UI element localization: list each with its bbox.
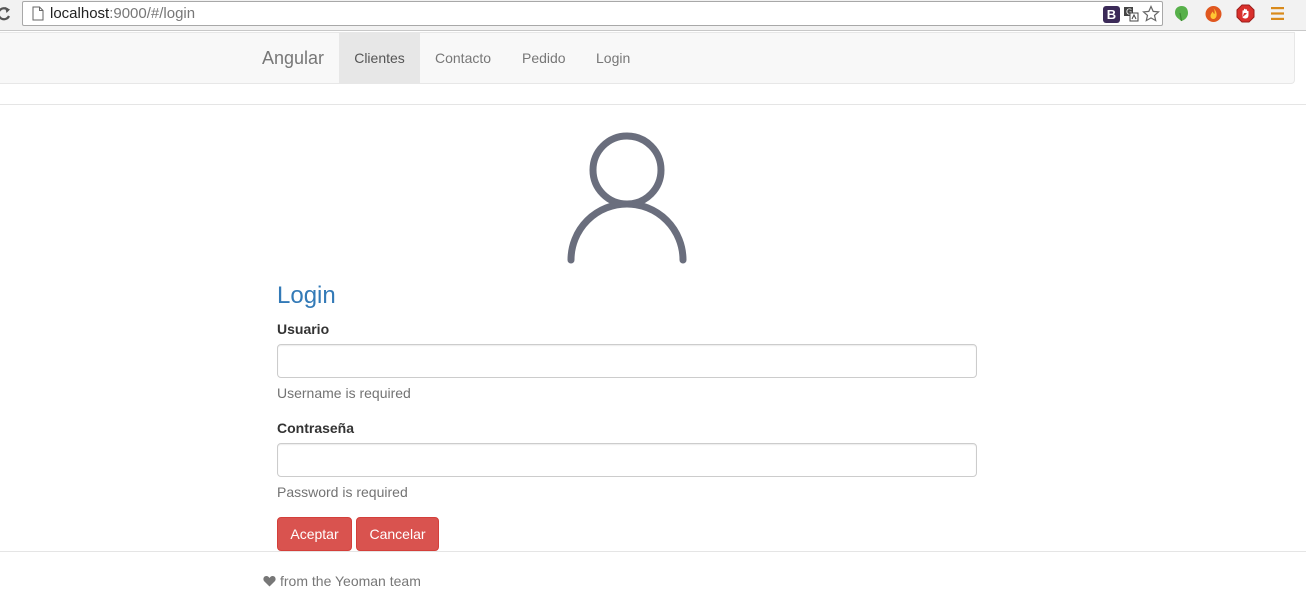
nav-item-pedido[interactable]: Pedido <box>522 33 566 83</box>
header-divider <box>0 104 1306 105</box>
footer: from the Yeoman team <box>263 573 421 589</box>
footer-divider <box>0 551 1306 552</box>
user-avatar-icon <box>567 132 687 264</box>
browser-toolbar: localhost:9000/#/login B G <box>0 0 1306 31</box>
username-help-text: Username is required <box>277 385 411 401</box>
bootstrap-extension-icon[interactable]: B <box>1103 5 1120 23</box>
page-icon <box>32 6 44 21</box>
navbar: Angular Clientes Contacto Pedido Login <box>0 32 1295 84</box>
username-input[interactable] <box>277 344 977 378</box>
reload-icon[interactable] <box>0 5 12 23</box>
fire-extension-icon[interactable] <box>1204 4 1223 23</box>
menu-icon[interactable] <box>1268 4 1287 23</box>
nav-item-clientes[interactable]: Clientes <box>339 33 420 83</box>
login-title: Login <box>277 282 336 309</box>
username-label: Usuario <box>277 321 330 337</box>
nav-item-login[interactable]: Login <box>596 33 630 83</box>
nav-item-contacto[interactable]: Contacto <box>435 33 491 83</box>
adblock-icon[interactable] <box>1236 4 1255 23</box>
star-icon[interactable] <box>1142 5 1160 23</box>
omnibox-icons: B G <box>1103 5 1160 23</box>
password-input[interactable] <box>277 443 977 477</box>
url-host: localhost <box>50 5 110 22</box>
heart-icon <box>263 575 276 587</box>
url-path: :9000/#/login <box>109 5 196 22</box>
password-label: Contraseña <box>277 420 355 436</box>
evernote-icon[interactable] <box>1172 4 1191 23</box>
cancel-button[interactable]: Cancelar <box>356 517 439 551</box>
password-help-text: Password is required <box>277 484 408 500</box>
footer-text: from the Yeoman team <box>280 573 421 589</box>
navbar-brand[interactable]: Angular <box>262 33 324 83</box>
url-text: localhost:9000/#/login <box>50 5 195 23</box>
translate-icon[interactable]: G <box>1123 6 1139 22</box>
extension-toolbar <box>1172 4 1287 23</box>
accept-button[interactable]: Aceptar <box>277 517 352 551</box>
address-bar[interactable]: localhost:9000/#/login B G <box>22 1 1163 26</box>
